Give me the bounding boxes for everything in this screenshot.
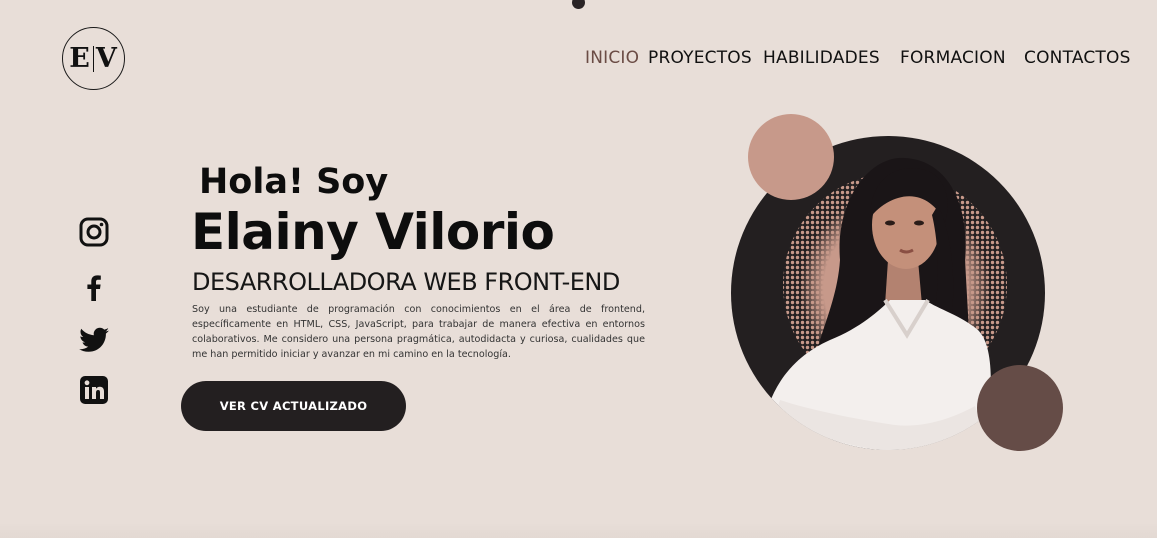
hero-greeting: Hola! Soy [199, 162, 389, 202]
logo[interactable]: EV [62, 27, 125, 90]
nav-formacion[interactable]: FORMACION [900, 48, 1006, 68]
top-decor-dot [572, 0, 585, 9]
logo-letter-e: E [69, 43, 91, 74]
decor-circle-dark [977, 365, 1063, 451]
nav-habilidades[interactable]: HABILIDADES [763, 48, 880, 68]
hero-name: Elainy Vilorio [191, 203, 555, 261]
decor-circle-light [748, 114, 834, 200]
logo-divider [92, 45, 94, 72]
view-cv-button[interactable]: VER CV ACTUALIZADO [181, 381, 406, 431]
hero-bio: Soy una estudiante de programación con c… [192, 304, 645, 360]
facebook-icon[interactable] [78, 271, 110, 303]
nav-contactos[interactable]: CONTACTOS [1024, 48, 1131, 68]
twitter-icon[interactable] [78, 323, 110, 355]
hero-role: DESARROLLADORA WEB FRONT-END [192, 268, 620, 296]
linkedin-icon[interactable] [78, 374, 110, 406]
nav-inicio[interactable]: INICIO [585, 48, 639, 68]
instagram-icon[interactable] [78, 216, 110, 248]
section-divider [0, 522, 1157, 538]
logo-letter-v: V [95, 43, 118, 74]
nav-proyectos[interactable]: PROYECTOS [648, 48, 752, 68]
profile-portrait [731, 114, 1063, 451]
